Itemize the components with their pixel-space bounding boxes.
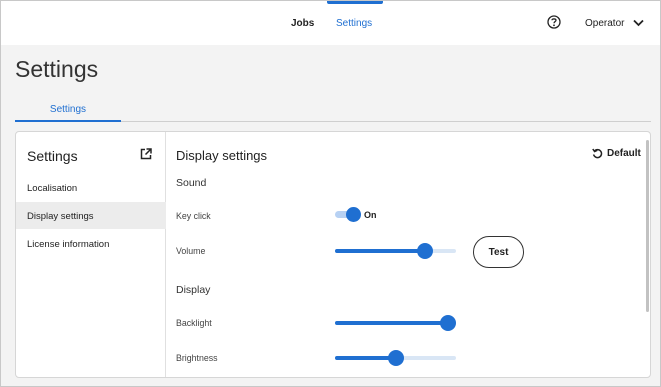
- brightness-label: Brightness: [176, 353, 218, 363]
- sound-heading: Sound: [176, 177, 207, 189]
- backlight-label: Backlight: [176, 318, 212, 328]
- tab-settings[interactable]: Settings: [15, 96, 121, 122]
- slider-fill: [335, 249, 425, 253]
- brightness-slider[interactable]: [335, 350, 456, 366]
- active-nav-indicator: [327, 1, 383, 4]
- slider-knob[interactable]: [416, 243, 433, 259]
- test-button[interactable]: Test: [473, 236, 524, 268]
- slider-knob[interactable]: [440, 315, 456, 331]
- slider-knob[interactable]: [387, 350, 404, 366]
- display-heading: Display: [176, 284, 211, 296]
- volume-label: Volume: [176, 246, 206, 256]
- content-title: Display settings: [176, 148, 268, 163]
- backlight-slider[interactable]: [335, 315, 456, 331]
- scrollbar[interactable]: [646, 140, 649, 312]
- reset-icon: [592, 148, 603, 159]
- key-click-label: Key click: [176, 211, 211, 221]
- key-click-toggle[interactable]: [335, 207, 361, 222]
- page-title: Settings: [15, 56, 99, 82]
- nav-settings[interactable]: Settings: [336, 18, 372, 29]
- settings-sidebar: Settings Localisation Display settings L…: [16, 132, 166, 377]
- top-bar: Jobs Settings Operator: [1, 1, 660, 45]
- sidebar-item-localisation[interactable]: Localisation: [16, 174, 166, 201]
- sidebar-title: Settings: [27, 148, 78, 164]
- external-link-icon[interactable]: [140, 148, 152, 160]
- volume-slider[interactable]: [335, 243, 456, 259]
- settings-card: Settings Localisation Display settings L…: [15, 131, 651, 378]
- settings-content: Display settings Default Sound Key click…: [167, 132, 650, 377]
- toggle-knob: [346, 207, 361, 222]
- slider-fill: [335, 321, 448, 325]
- chevron-down-icon[interactable]: [633, 19, 644, 27]
- default-button[interactable]: Default: [592, 148, 641, 159]
- default-label: Default: [607, 148, 641, 159]
- operator-menu[interactable]: Operator: [585, 18, 624, 29]
- nav-jobs[interactable]: Jobs: [291, 18, 314, 29]
- slider-fill: [335, 356, 396, 360]
- key-click-state: On: [364, 210, 377, 220]
- sidebar-item-license-information[interactable]: License information: [16, 230, 166, 257]
- tab-bar: Settings: [15, 96, 651, 122]
- help-icon[interactable]: [547, 15, 561, 29]
- sidebar-item-display-settings[interactable]: Display settings: [16, 202, 166, 229]
